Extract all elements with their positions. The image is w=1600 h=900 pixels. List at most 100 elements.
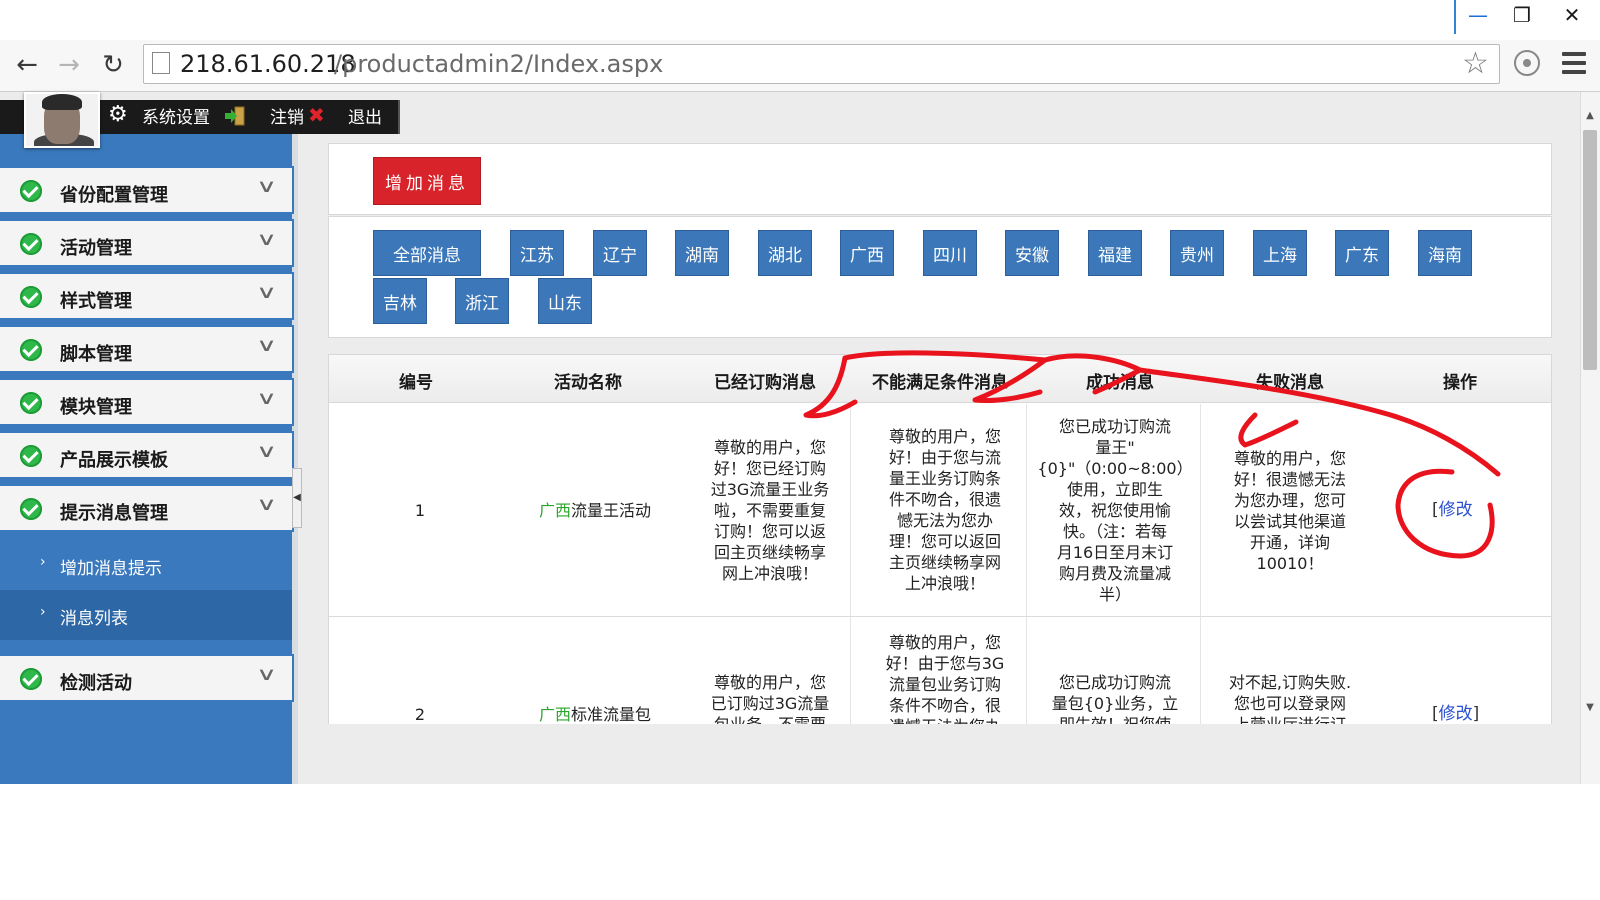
- logout-icon[interactable]: [224, 105, 246, 127]
- filter-shanghai[interactable]: 上海: [1253, 230, 1307, 276]
- edit-link-label[interactable]: 修改: [1439, 500, 1473, 520]
- sidebar-item-product-template[interactable]: 产品展示模板 ∨: [0, 431, 294, 479]
- maximize-icon[interactable]: ❐: [1500, 0, 1544, 30]
- text-line: 过3G流量王业务: [710, 480, 830, 499]
- sidebar-item-detect-activity[interactable]: 检测活动 ∨: [0, 654, 294, 702]
- col-header-success: 成功消息: [1086, 373, 1154, 393]
- sidebar-item-label: 省份配置管理: [60, 185, 168, 206]
- minimize-icon[interactable]: —: [1456, 0, 1500, 30]
- check-circle-icon: [20, 233, 42, 255]
- url-path: /productadmin2/Index.aspx: [334, 50, 664, 78]
- sidebar-item-script[interactable]: 脚本管理 ∨: [0, 325, 294, 373]
- url-host: 218.61.60.218: [180, 50, 356, 78]
- text-line: 对不起,订购失败.: [1228, 673, 1352, 692]
- menu-icon[interactable]: [1562, 52, 1586, 74]
- sidebar-subitem-label: 消息列表: [60, 609, 128, 629]
- filter-jiangsu[interactable]: 江苏: [510, 230, 564, 276]
- text-line: 流量包业务订购: [888, 675, 1001, 694]
- text-line: 半）: [1098, 585, 1131, 604]
- check-circle-icon: [20, 392, 42, 414]
- text-line: 已订购过3G流量: [710, 694, 830, 713]
- chevron-down-icon: ∨: [256, 335, 278, 356]
- filter-hubei[interactable]: 湖北: [758, 230, 812, 276]
- edit-link[interactable]: [修改: [1432, 500, 1502, 521]
- scroll-down-icon[interactable]: ▼: [1580, 702, 1600, 713]
- edit-link-label[interactable]: 修改: [1439, 704, 1473, 724]
- col-header-unmet: 不能满足条件消息: [872, 373, 1008, 393]
- filter-shandong[interactable]: 山东: [538, 278, 592, 324]
- filter-all[interactable]: 全部消息: [373, 230, 481, 276]
- cell-activity-name[interactable]: 广西流量王活动: [520, 500, 670, 521]
- sidebar-subitem-add-message[interactable]: › 增加消息提示: [0, 540, 292, 590]
- sidebar-item-label: 样式管理: [60, 291, 132, 312]
- edit-link[interactable]: [修改]: [1432, 704, 1502, 725]
- cell-unmet-message: 尊敬的用户，您 好！由于您与流 量王业务订购条 件不吻合，很遗 憾无法为您办 理…: [870, 426, 1020, 594]
- filter-hainan[interactable]: 海南: [1418, 230, 1472, 276]
- reload-icon[interactable]: ↻: [96, 48, 130, 82]
- sidebar-item-message-manage[interactable]: 提示消息管理 ∨: [0, 484, 294, 532]
- cell-id: 1: [414, 501, 426, 520]
- text-line: 使用，立即生: [1066, 480, 1163, 499]
- col-header-name: 活动名称: [554, 373, 622, 393]
- sidebar-collapse-icon[interactable]: ◀: [292, 468, 302, 528]
- avatar[interactable]: [24, 92, 100, 148]
- sidebar-item-style[interactable]: 样式管理 ∨: [0, 272, 294, 320]
- logout-link[interactable]: 注销: [270, 107, 304, 129]
- filter-guangdong[interactable]: 广东: [1335, 230, 1389, 276]
- filter-guangxi[interactable]: 广西: [840, 230, 894, 276]
- text-line: 您也可以登录网: [1233, 694, 1346, 713]
- filter-fujian[interactable]: 福建: [1088, 230, 1142, 276]
- text-line: 尊敬的用户，您: [713, 673, 826, 692]
- back-arrow-icon[interactable]: ←: [10, 48, 44, 82]
- settings-link[interactable]: 系统设置: [142, 107, 210, 129]
- filter-jilin[interactable]: 吉林: [373, 278, 427, 324]
- text-line: 开通，详询: [1249, 533, 1330, 552]
- text-line: 好！由于您与流: [888, 448, 1001, 467]
- chevron-down-icon: ∨: [256, 388, 278, 409]
- check-circle-icon: [20, 668, 42, 690]
- filter-hunan[interactable]: 湖南: [675, 230, 729, 276]
- forward-arrow-icon[interactable]: →: [52, 48, 86, 82]
- sidebar-item-province-config[interactable]: 省份配置管理 ∨: [0, 166, 294, 214]
- text-line: 件不吻合，很遗: [888, 490, 1001, 509]
- sidebar-subitem-message-list[interactable]: › 消息列表: [0, 590, 292, 640]
- sidebar-item-label: 模块管理: [60, 397, 132, 418]
- add-message-button[interactable]: 增加消息: [373, 157, 481, 205]
- text-line: 主页继续畅享网: [888, 553, 1001, 572]
- sidebar-item-activity[interactable]: 活动管理 ∨: [0, 219, 294, 267]
- filter-liaoning[interactable]: 辽宁: [593, 230, 647, 276]
- sidebar-item-label: 产品展示模板: [60, 450, 168, 471]
- col-header-id: 编号: [399, 373, 433, 393]
- filter-zhejiang[interactable]: 浙江: [455, 278, 509, 324]
- sidebar-item-module[interactable]: 模块管理 ∨: [0, 378, 294, 426]
- scrollbar-thumb[interactable]: [1583, 130, 1597, 370]
- exit-link[interactable]: 退出: [348, 107, 382, 129]
- filter-anhui[interactable]: 安徽: [1005, 230, 1059, 276]
- bookmark-star-icon[interactable]: ☆: [1462, 46, 1489, 81]
- text-line: 好！由于您与3G: [885, 654, 1005, 673]
- text-line: {0}"（0:00~8:00）: [1037, 459, 1193, 478]
- cell-activity-name[interactable]: 广西标准流量包: [520, 704, 670, 725]
- gear-icon[interactable]: ⚙: [108, 104, 128, 126]
- sidebar-item-label: 脚本管理: [60, 344, 132, 365]
- close-icon[interactable]: ✕: [1544, 0, 1600, 30]
- text-line: 尊敬的用户，您: [713, 438, 826, 457]
- check-circle-icon: [20, 180, 42, 202]
- cell-success-message: 您已成功订购流 量王" {0}"（0:00~8:00） 使用，立即生 效，祝您使…: [1030, 416, 1200, 605]
- filter-guizhou[interactable]: 贵州: [1170, 230, 1224, 276]
- activity-name: 标准流量包: [571, 705, 652, 724]
- filter-sichuan[interactable]: 四川: [923, 230, 977, 276]
- text-line: 好！您已经订购: [713, 459, 826, 478]
- chevron-down-icon: ∨: [256, 664, 278, 685]
- scroll-up-icon[interactable]: ▲: [1580, 110, 1600, 121]
- text-line: 快。（注：若每: [1062, 522, 1167, 541]
- chevron-down-icon: ∨: [256, 441, 278, 462]
- text-line: 您已成功订购流: [1058, 673, 1171, 692]
- col-header-ordered: 已经订购消息: [714, 373, 816, 393]
- extension-icon[interactable]: [1514, 50, 1540, 76]
- text-line: 量王业务订购条: [888, 469, 1001, 488]
- page-icon: [152, 52, 170, 74]
- text-line: 以尝试其他渠道: [1233, 512, 1346, 531]
- text-line: 订购！您可以返: [713, 522, 826, 541]
- sidebar-item-label: 活动管理: [60, 238, 132, 259]
